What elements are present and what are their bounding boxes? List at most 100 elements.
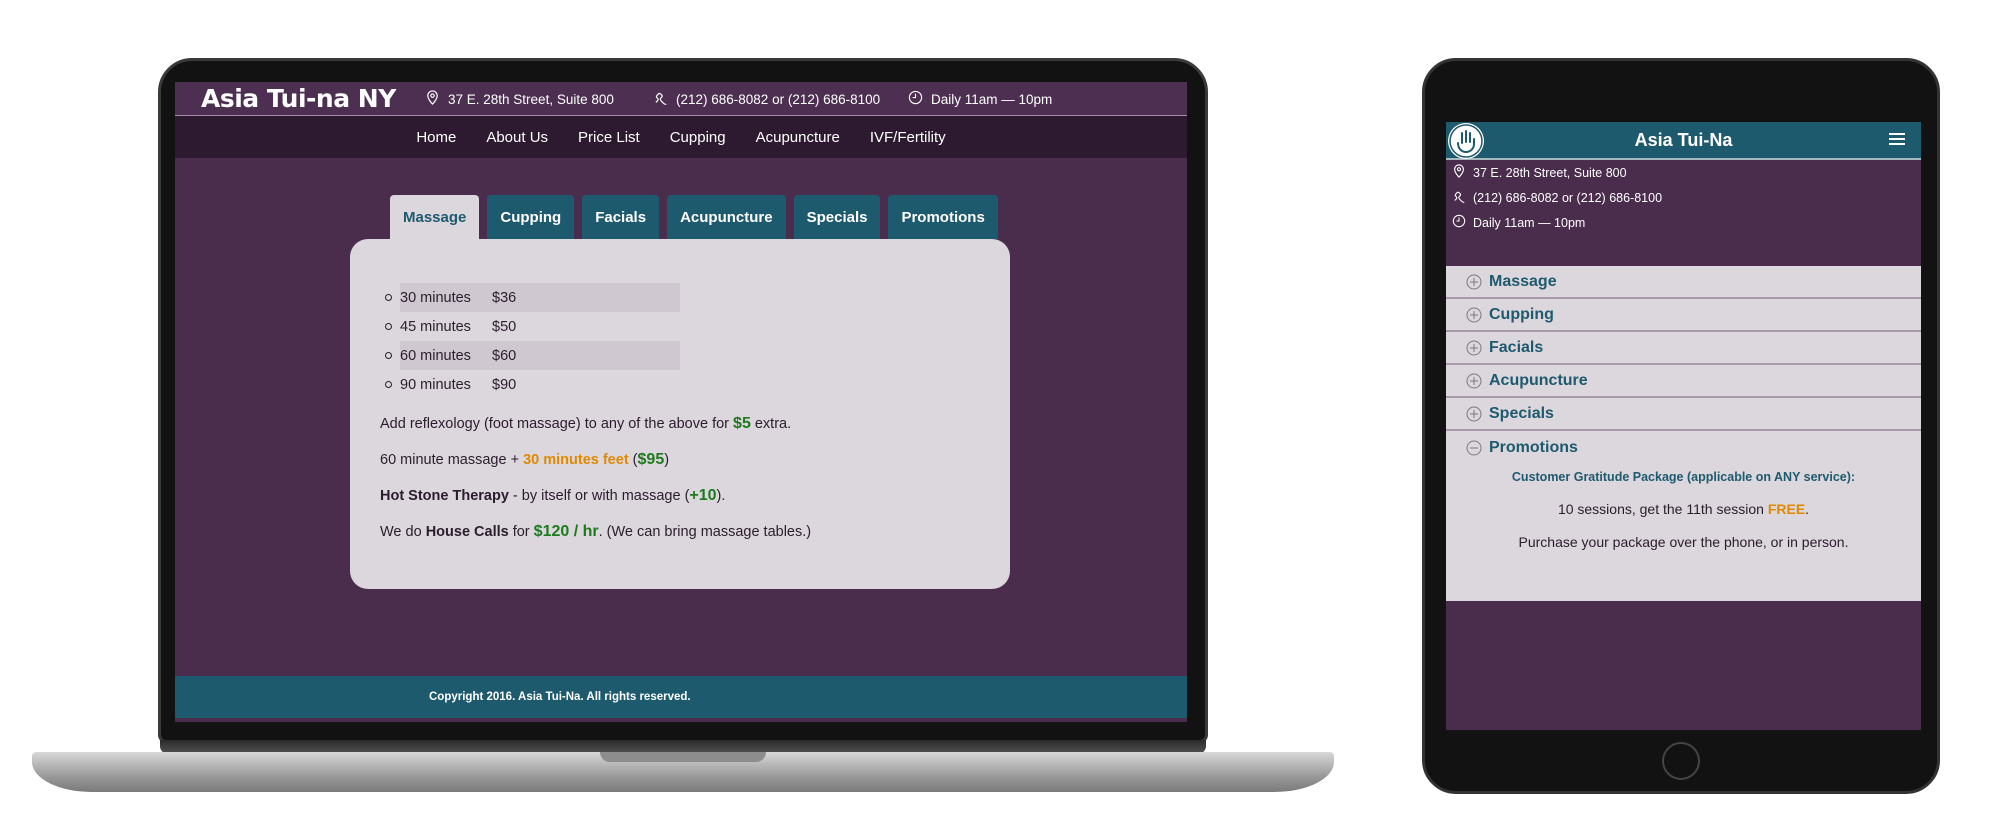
price-row: 45 minutes $50 <box>385 312 680 341</box>
address-info: 37 E. 28th Street, Suite 800 <box>425 82 614 116</box>
nav-ivf-fertility[interactable]: IVF/Fertility <box>870 129 946 146</box>
mobile-header: Asia Tui-Na <box>1446 122 1921 160</box>
site-logo[interactable]: Asia Tui-na NY <box>201 82 396 116</box>
accordion-item-specials[interactable]: Specials <box>1446 398 1921 431</box>
combo-text: 60 minute massage + <box>380 452 524 468</box>
promotions-content: Customer Gratitude Package (applicable o… <box>1446 464 1921 601</box>
promo-line-1: 10 sessions, get the 11th session FREE. <box>1446 501 1921 517</box>
house-calls-post: . (We can bring massage tables.) <box>598 524 812 540</box>
combo-note: 60 minute massage + 30 minutes feet ($95… <box>380 451 669 469</box>
map-pin-icon <box>1452 164 1466 181</box>
reflexology-price: $5 <box>733 415 751 432</box>
mobile-phone: (212) 686-8082 or (212) 686-8100 <box>1452 189 1662 206</box>
tab-acupuncture[interactable]: Acupuncture <box>667 195 786 239</box>
hot-stone-price: +10 <box>689 487 717 504</box>
phone-icon <box>653 90 668 108</box>
address-text: 37 E. 28th Street, Suite 800 <box>448 91 614 107</box>
promo-header: Customer Gratitude Package (applicable o… <box>1511 470 1856 484</box>
accordion-label: Massage <box>1489 272 1557 290</box>
hot-stone-close: ). <box>716 488 726 504</box>
massage-panel: 30 minutes $36 45 minutes $50 60 minutes… <box>350 239 1010 589</box>
plus-circle-icon <box>1466 274 1482 289</box>
house-calls-note: We do House Calls for $120 / hr. (We can… <box>380 523 811 541</box>
hours-text: Daily 11am — 10pm <box>931 91 1053 107</box>
home-button <box>1662 742 1700 780</box>
price: $90 <box>492 376 517 393</box>
accordion-label: Facials <box>1489 338 1544 356</box>
price-row: 60 minutes $60 <box>385 341 680 370</box>
duration: 90 minutes <box>400 376 471 393</box>
accordion-label: Cupping <box>1489 305 1554 323</box>
tablet-screen: Asia Tui-Na 37 E. 28th Street, Suite 800… <box>1446 122 1921 730</box>
house-calls-price: $120 / hr <box>533 523 599 540</box>
tab-specials[interactable]: Specials <box>793 195 881 239</box>
bullet <box>385 352 392 359</box>
phone-icon <box>1452 189 1466 206</box>
plus-circle-icon <box>1466 373 1482 388</box>
main-nav: Home About Us Price List Cupping Acupunc… <box>175 116 1187 158</box>
hot-stone-note: Hot Stone Therapy - by itself or with ma… <box>380 487 725 505</box>
mobile-title: Asia Tui-Na <box>1634 130 1733 150</box>
accordion-label: Acupuncture <box>1489 371 1588 389</box>
promo-line-2: Purchase your package over the phone, or… <box>1518 534 1849 550</box>
nav-acupuncture[interactable]: Acupuncture <box>756 129 840 146</box>
mobile-phone-text[interactable]: (212) 686-8082 or (212) 686-8100 <box>1473 191 1662 205</box>
duration: 45 minutes <box>400 318 471 335</box>
bullet <box>385 294 392 301</box>
accordion-item-cupping[interactable]: Cupping <box>1446 299 1921 332</box>
accordion-item-facials[interactable]: Facials <box>1446 332 1921 365</box>
top-bar: Asia Tui-na NY 37 E. 28th Street, Suite … <box>175 82 1187 116</box>
nav-home[interactable]: Home <box>416 129 456 146</box>
laptop-notch <box>600 752 766 762</box>
accordion-item-promotions[interactable]: Promotions <box>1446 431 1921 464</box>
price: $36 <box>492 289 517 306</box>
mobile-address: 37 E. 28th Street, Suite 800 <box>1452 164 1627 181</box>
price-row: 90 minutes $90 <box>385 370 680 399</box>
accordion-label: Promotions <box>1489 438 1578 456</box>
plus-circle-icon <box>1466 340 1482 355</box>
nav-cupping[interactable]: Cupping <box>670 129 726 146</box>
tab-promotions[interactable]: Promotions <box>888 195 998 239</box>
minus-circle-icon <box>1466 440 1482 455</box>
house-calls-pre: We do <box>380 524 426 540</box>
plus-circle-icon <box>1466 307 1482 322</box>
bullet <box>385 381 392 388</box>
bullet <box>385 323 392 330</box>
accordion: Massage Cupping Facials Acupuncture Spec… <box>1446 266 1921 601</box>
price-row: 30 minutes $36 <box>385 283 680 312</box>
plus-circle-icon <box>1466 406 1482 421</box>
mobile-hours: Daily 11am — 10pm <box>1452 214 1585 231</box>
nav-about-us[interactable]: About Us <box>486 129 548 146</box>
promo-free: FREE <box>1767 501 1806 517</box>
duration: 60 minutes <box>400 347 471 364</box>
nav-price-list[interactable]: Price List <box>578 129 640 146</box>
reflexology-suffix: extra. <box>750 416 792 432</box>
combo-open: ( <box>628 452 638 468</box>
copyright-text: Copyright 2016. Asia Tui-Na. All rights … <box>429 691 691 703</box>
clock-icon <box>1452 214 1466 231</box>
price: $50 <box>492 318 517 335</box>
tab-facials[interactable]: Facials <box>582 195 660 239</box>
phone-text[interactable]: (212) 686-8082 or (212) 686-8100 <box>676 92 880 107</box>
clock-icon <box>908 90 923 108</box>
reflexology-text: Add reflexology (foot massage) to any of… <box>380 416 734 432</box>
tab-cupping[interactable]: Cupping <box>487 195 575 239</box>
duration: 30 minutes <box>400 289 471 306</box>
tab-massage[interactable]: Massage <box>390 195 480 239</box>
laptop-screen: Asia Tui-na NY 37 E. 28th Street, Suite … <box>175 82 1187 722</box>
house-calls-mid: for <box>508 524 534 540</box>
hot-stone-text: - by itself or with massage ( <box>508 488 690 504</box>
house-calls-name: House Calls <box>425 524 509 540</box>
reflexology-note: Add reflexology (foot massage) to any of… <box>380 415 791 433</box>
phone-info: (212) 686-8082 or (212) 686-8100 <box>653 82 880 116</box>
accordion-item-acupuncture[interactable]: Acupuncture <box>1446 365 1921 398</box>
footer: Copyright 2016. Asia Tui-Na. All rights … <box>175 676 1187 718</box>
hours-info: Daily 11am — 10pm <box>908 82 1052 116</box>
combo-price: $95 <box>637 451 665 468</box>
map-pin-icon <box>425 90 440 108</box>
price: $60 <box>492 347 517 364</box>
hamburger-menu-icon[interactable] <box>1889 133 1905 147</box>
accordion-item-massage[interactable]: Massage <box>1446 266 1921 299</box>
combo-feet: 30 minutes feet <box>523 452 629 468</box>
price-list: 30 minutes $36 45 minutes $50 60 minutes… <box>385 283 680 399</box>
